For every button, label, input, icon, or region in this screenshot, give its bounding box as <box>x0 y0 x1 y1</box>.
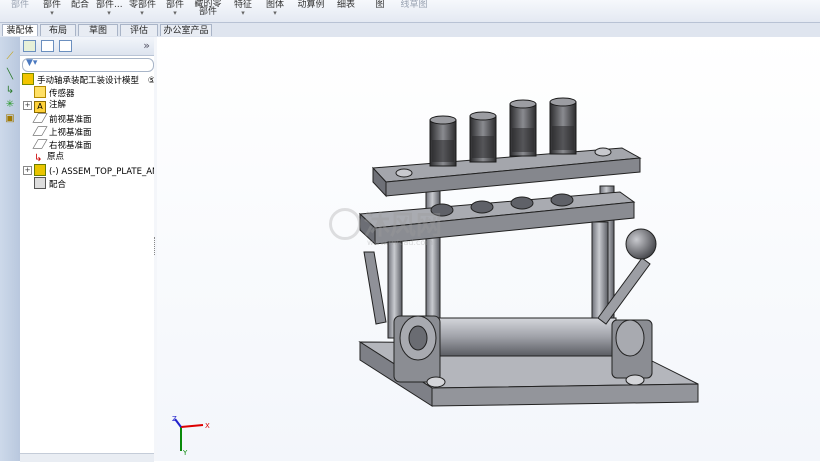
heads-up-view-toolbar: 🔍︎⌕↶▥❒◧∽●◈◉ <box>432 37 562 41</box>
panel-toolbar: » <box>20 37 154 56</box>
tree-item-annotations[interactable]: A 注解 <box>34 99 66 113</box>
chevron-down-icon: ▾ <box>50 9 54 17</box>
tab-assembly[interactable]: 装配体 <box>2 24 38 36</box>
svg-text:X: X <box>205 422 210 430</box>
ribbon-button-5[interactable]: 零部件 ▾ <box>129 0 156 17</box>
svg-text:Y: Y <box>182 449 188 457</box>
chevron-down-icon: ▾ <box>241 9 245 17</box>
tab-office-products[interactable]: 办公室产品 <box>160 24 212 36</box>
watermark: 沐风网 www.mfcad.com <box>329 205 442 247</box>
tree-item-front-plane[interactable]: 前视基准面 <box>32 112 92 125</box>
ribbon-button-2[interactable]: 部件 ▾ <box>40 0 64 17</box>
appearance-icon[interactable]: ● <box>523 37 536 39</box>
tab-sketch[interactable]: 草图 <box>78 24 118 36</box>
ribbon-button-13[interactable]: 线草图 <box>398 0 430 10</box>
command-manager: 部件 部件 ▾ 配合 部件... ▾ 零部件 ▾ 部件 ▾ 藏的零 部件 特征 ▾ 图体 ▾… <box>0 0 820 23</box>
tree-root[interactable]: 手动轴承装配工装设计模型 ⑤ <box>22 73 155 86</box>
smart-dimension-icon[interactable]: ⟋ <box>4 51 16 63</box>
filter-icon: ▼▾ <box>26 58 38 68</box>
chevron-down-icon: ▾ <box>273 9 277 17</box>
assembly-model[interactable] <box>157 37 820 461</box>
ribbon-button-9[interactable]: 图体 ▾ <box>264 0 286 17</box>
tree-item-origin[interactable]: ↳ 原点 <box>34 151 64 164</box>
ribbon-button-3[interactable]: 配合 <box>70 0 90 10</box>
tree-item-sensors[interactable]: 传感器 <box>34 86 75 99</box>
zoom-to-fit-icon[interactable]: 🔍︎ <box>432 37 445 39</box>
zoom-area-icon[interactable]: ⌕ <box>445 37 458 39</box>
left-task-bar: ⟋ ╲ ↳ ✳ ▣ <box>0 37 21 461</box>
ribbon-button-11[interactable]: 细表 <box>335 0 357 10</box>
plane-icon <box>32 139 48 149</box>
view-orientation-icon[interactable]: ❒ <box>484 37 497 39</box>
graphics-viewport[interactable]: 沐风网 www.mfcad.com 🔍︎⌕↶▥❒◧∽●◈◉ Z X Y <box>157 37 820 461</box>
previous-view-icon[interactable]: ↶ <box>458 37 471 39</box>
ribbon-button-1[interactable]: 部件 <box>8 0 32 10</box>
property-manager-tab-icon[interactable] <box>41 40 54 52</box>
feature-tree-tab-icon[interactable] <box>23 40 36 52</box>
hide-show-icon[interactable]: ∽ <box>510 37 523 39</box>
filter-input[interactable]: ▼▾ <box>22 58 154 72</box>
tree-item-mates[interactable]: 配合 <box>34 177 66 190</box>
display-style-icon[interactable]: ◧ <box>497 37 510 39</box>
ribbon-button-6[interactable]: 部件 ▾ <box>164 0 186 17</box>
chevron-down-icon: ▾ <box>107 9 111 17</box>
part-icon <box>34 164 46 176</box>
tab-evaluate[interactable]: 评估 <box>120 24 158 36</box>
ribbon-button-10[interactable]: 动算例 <box>296 0 326 10</box>
section-view-icon[interactable]: ▥ <box>471 37 484 39</box>
tree-item-top-plane[interactable]: 上视基准面 <box>32 125 92 138</box>
configuration-manager-tab-icon[interactable] <box>59 40 72 52</box>
ribbon-button-7[interactable]: 藏的零 部件 <box>193 0 223 17</box>
view-settings-icon[interactable]: ◉ <box>549 37 562 39</box>
coordinate-icon[interactable]: ↳ <box>4 85 16 97</box>
expand-part-icon[interactable]: + <box>23 166 32 175</box>
expand-annotations-icon[interactable]: + <box>23 101 32 110</box>
plane-icon <box>32 126 48 136</box>
chevron-down-icon: ▾ <box>173 9 177 17</box>
line-icon[interactable]: ╲ <box>4 69 16 81</box>
part-icon[interactable]: ▣ <box>4 113 16 125</box>
plane-icon <box>32 113 48 123</box>
chevron-down-icon: ▾ <box>140 9 144 17</box>
expand-chevron-icon[interactable]: » <box>143 39 150 52</box>
tree-item-right-plane[interactable]: 右视基准面 <box>32 138 92 151</box>
ribbon-button-4[interactable]: 部件... ▾ <box>96 0 123 17</box>
view-triad: Z X Y <box>172 415 210 457</box>
feature-manager-panel: » ▼▾ 手动轴承装配工装设计模型 ⑤ 传感器 + A 注解 前视基准面 上视基准… <box>20 37 175 461</box>
ribbon-button-8[interactable]: 特征 ▾ <box>232 0 254 17</box>
svg-text:Z: Z <box>172 415 177 423</box>
origin-icon: ↳ <box>34 153 43 164</box>
watermark-logo-icon <box>329 207 361 240</box>
tab-layout[interactable]: 布局 <box>40 24 76 36</box>
asterisk-icon[interactable]: ✳ <box>4 99 16 111</box>
command-tabs: 装配体 布局 草图 评估 办公室产品 <box>0 23 820 37</box>
ribbon-button-12[interactable]: 图 <box>372 0 388 10</box>
assembly-icon <box>22 73 34 85</box>
mates-icon <box>34 177 46 189</box>
scene-icon[interactable]: ◈ <box>536 37 549 39</box>
sensor-icon <box>34 86 46 98</box>
